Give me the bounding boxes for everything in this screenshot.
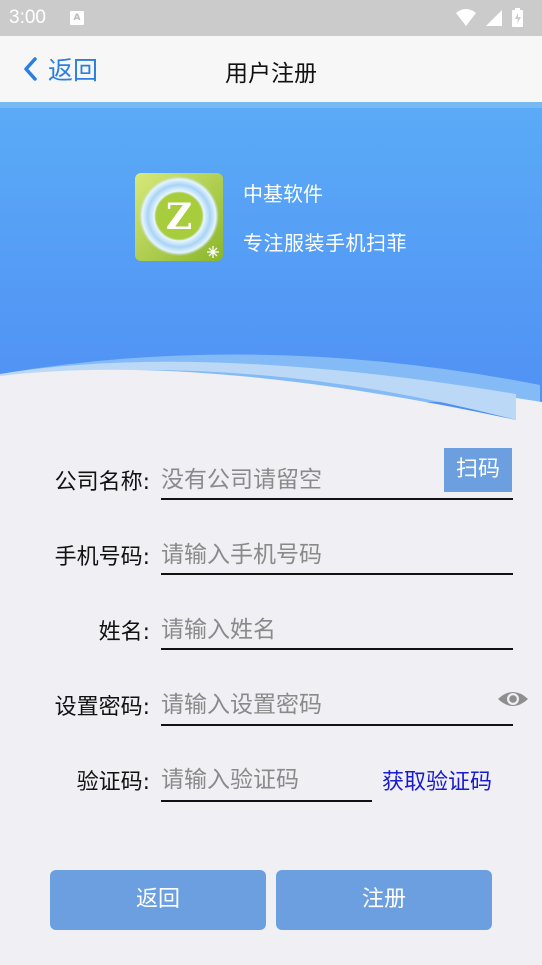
- name-input[interactable]: [161, 608, 511, 652]
- code-row: 验证码: 获取验证码: [0, 758, 542, 818]
- scan-button[interactable]: 扫码: [444, 448, 512, 492]
- password-underline: [161, 724, 513, 726]
- wifi-icon: [456, 9, 476, 26]
- company-label: 公司名称:: [54, 470, 150, 495]
- show-password-eye-icon[interactable]: [497, 689, 529, 713]
- phone-label: 手机号码:: [54, 545, 150, 570]
- company-underline: [161, 498, 513, 500]
- company-input[interactable]: [161, 458, 436, 502]
- phone-underline: [161, 573, 513, 575]
- password-label: 设置密码:: [54, 695, 150, 720]
- password-input[interactable]: [161, 683, 481, 727]
- register-button[interactable]: 注册: [276, 870, 492, 930]
- page-title: 用户注册: [225, 61, 317, 87]
- logo-letter: Z: [166, 196, 192, 238]
- get-code-button[interactable]: 获取验证码: [382, 764, 492, 796]
- code-input[interactable]: [161, 758, 371, 802]
- status-icons: [454, 7, 534, 29]
- name-label: 姓名:: [98, 620, 150, 645]
- phone-row: 手机号码:: [0, 533, 542, 593]
- password-row: 设置密码:: [0, 683, 542, 743]
- banner-background: [0, 102, 542, 422]
- name-row: 姓名:: [0, 608, 542, 668]
- notification-icon: A: [70, 11, 84, 25]
- status-time: 3:00: [9, 7, 46, 28]
- name-underline: [161, 648, 513, 650]
- brand-name: 中基软件: [243, 182, 323, 206]
- code-underline: [161, 800, 372, 802]
- nav-bar: 返回 用户注册: [0, 36, 542, 102]
- company-row: 公司名称: 扫码: [0, 448, 542, 518]
- battery-charging-icon: [512, 8, 523, 27]
- phone-input[interactable]: [161, 533, 511, 577]
- banner: Z 中基软件 专注服装手机扫菲: [0, 102, 542, 422]
- app-logo: Z: [134, 172, 224, 262]
- back-button[interactable]: 返回: [50, 870, 266, 930]
- code-label: 验证码:: [76, 770, 150, 795]
- signal-icon: [486, 10, 502, 26]
- status-bar: 3:00 A: [0, 0, 542, 36]
- brand-slogan: 专注服装手机扫菲: [243, 231, 407, 255]
